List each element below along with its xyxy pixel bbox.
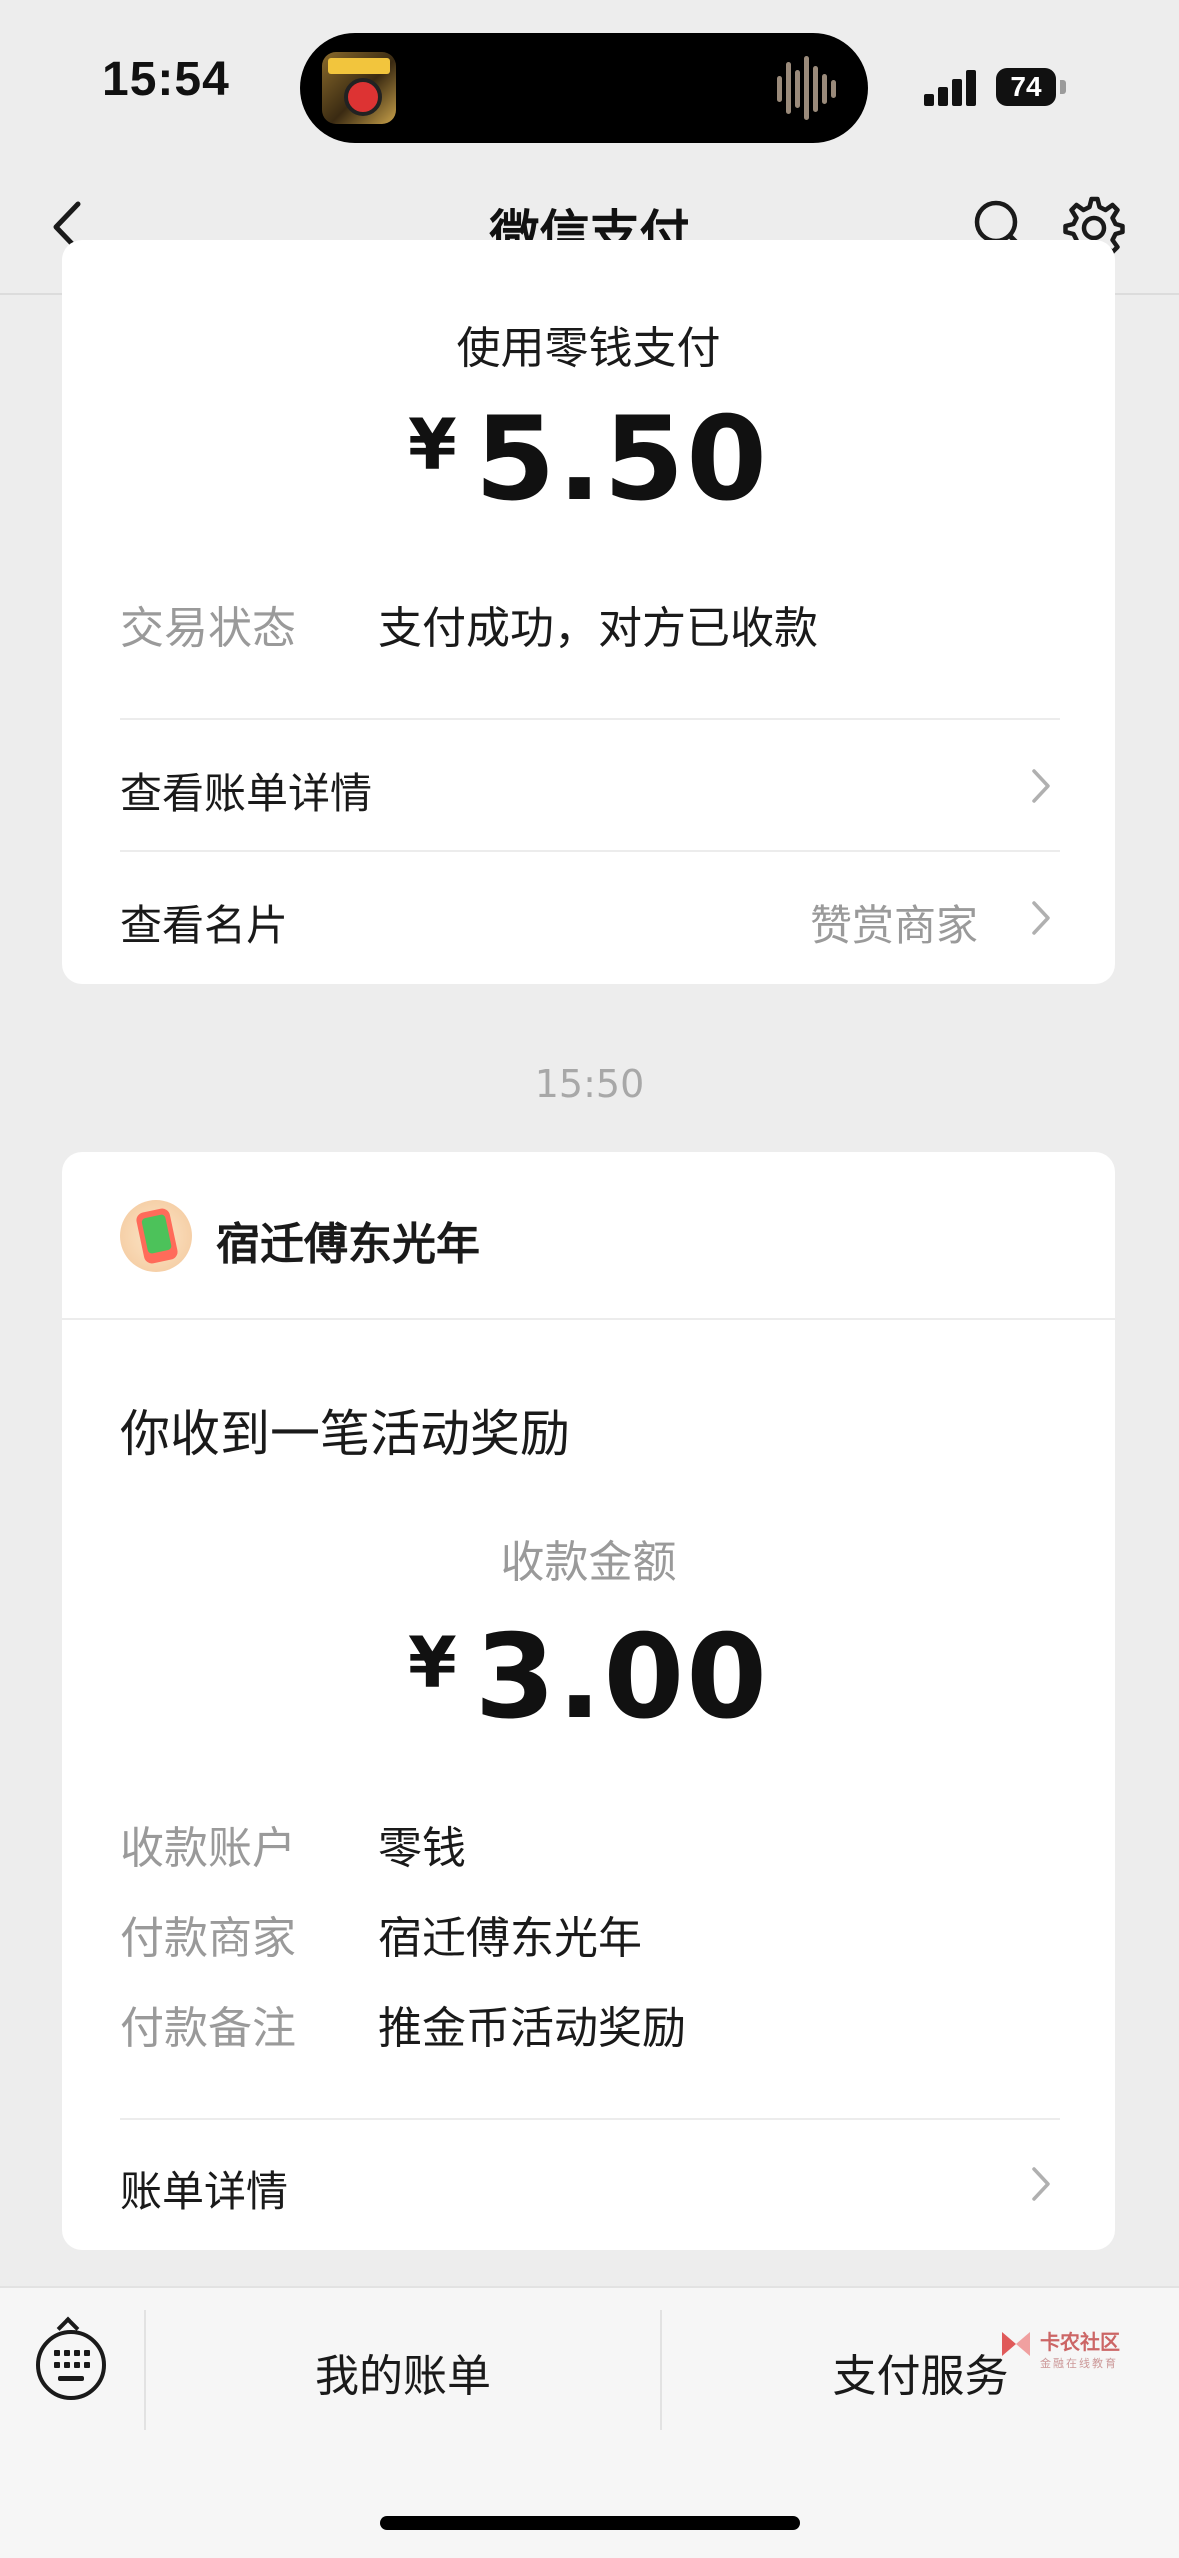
chevron-right-icon	[1032, 769, 1050, 803]
reward-amount: ¥3.00	[62, 1610, 1115, 1745]
detail-label: 付款备注	[120, 2003, 296, 2054]
detail-label: 收款账户	[120, 1823, 296, 1874]
detail-value: 推金币活动奖励	[378, 2003, 686, 2054]
detail-value: 零钱	[378, 1823, 466, 1874]
chevron-right-icon	[1032, 2167, 1050, 2201]
message-timestamp: 15:50	[534, 1062, 645, 1106]
my-bills-button[interactable]: 我的账单	[146, 2340, 660, 2404]
bill-details-label: 账单详情	[120, 2167, 289, 2216]
view-business-card-label: 查看名片	[120, 901, 289, 950]
amount-value: 3.00	[474, 1610, 769, 1745]
business-card-value: 赞赏商家	[810, 901, 979, 950]
merchant-name[interactable]: 宿迁傅东光年	[216, 1208, 480, 1272]
merchant-avatar[interactable]	[120, 1200, 192, 1272]
payment-amount: ¥5.50	[62, 392, 1115, 527]
currency-symbol: ¥	[408, 1622, 457, 1704]
watermark-subtext: 金融在线教育	[1040, 2357, 1118, 2370]
amount-value: 5.50	[474, 392, 769, 527]
detail-value: 宿迁傅东光年	[378, 1913, 642, 1964]
amount-label: 收款金额	[500, 1537, 677, 1588]
payment-method: 使用零钱支付	[456, 323, 721, 374]
divider	[62, 1318, 1115, 1320]
view-bill-details-label: 查看账单详情	[120, 769, 373, 818]
watermark-icon	[1002, 2332, 1030, 2356]
status-value: 支付成功，对方已收款	[378, 603, 818, 654]
keyboard-icon[interactable]	[36, 2330, 106, 2400]
chevron-right-icon	[1032, 901, 1050, 935]
detail-label: 付款商家	[120, 1913, 296, 1964]
status-time: 15:54	[102, 53, 230, 106]
watermark-text: 卡农社区	[1040, 2330, 1120, 2354]
battery-icon: 74	[996, 68, 1056, 106]
status-label: 交易状态	[120, 603, 296, 654]
home-indicator[interactable]	[380, 2516, 800, 2530]
currency-symbol: ¥	[408, 404, 457, 486]
now-playing-app-icon[interactable]	[322, 52, 396, 124]
reward-title: 你收到一笔活动奖励	[120, 1405, 570, 1463]
battery-cap	[1060, 80, 1066, 94]
